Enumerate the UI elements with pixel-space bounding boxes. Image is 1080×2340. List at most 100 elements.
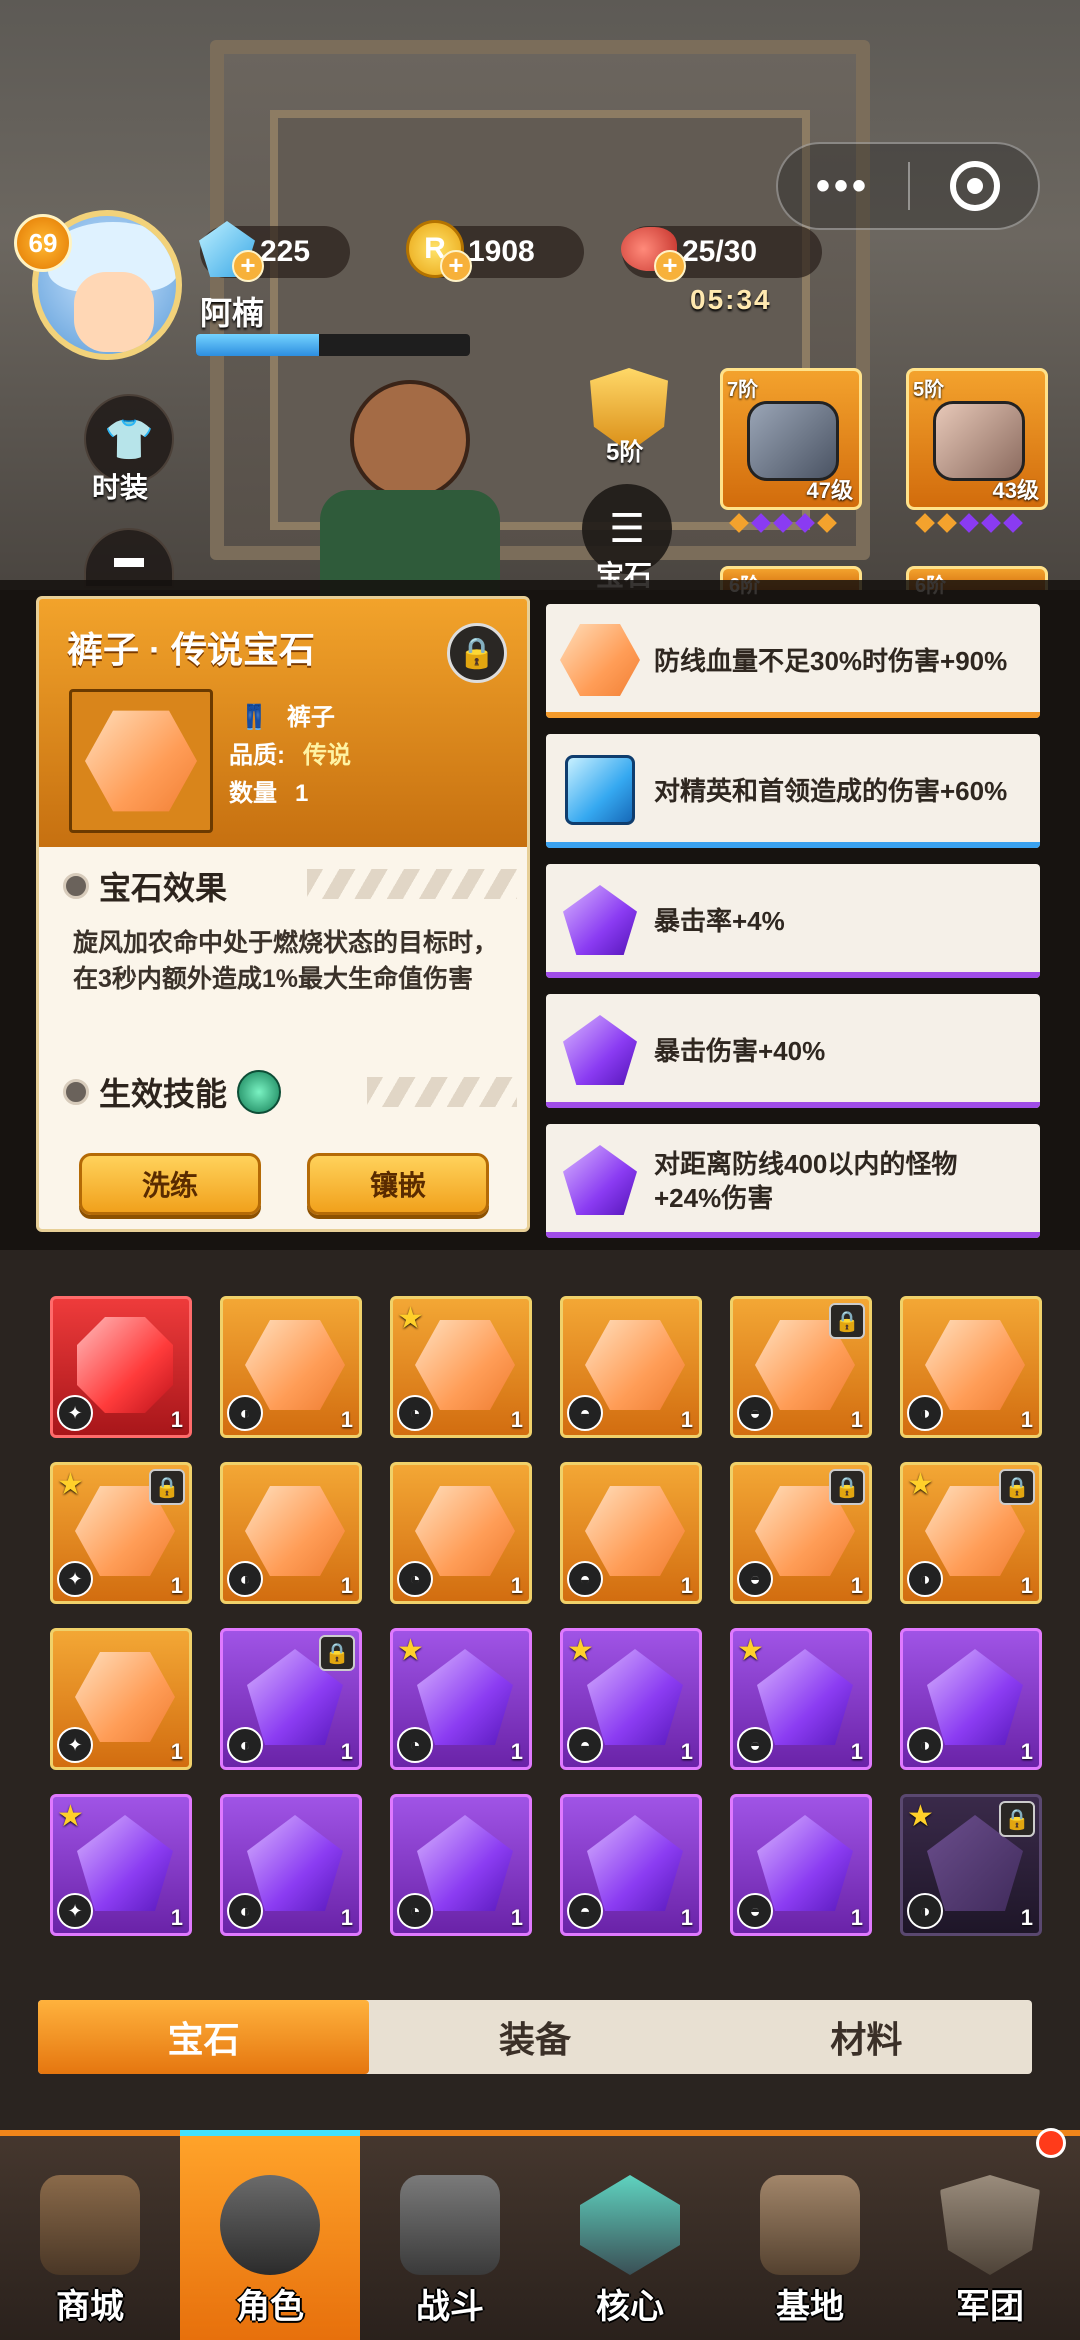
helmet-icon [747,401,839,481]
gun-icon: ▬ [114,541,144,574]
pants-icon: 👖 [239,704,269,731]
nav-core[interactable]: 核心 [540,2136,720,2340]
lock-icon: 🔒 [829,1469,865,1505]
nav-character[interactable]: 角色 [180,2130,360,2340]
gem-inventory-cell[interactable]: ◒ ★ 1 [730,1628,872,1770]
stat-card: 对精英和首领造成的伤害+60% [546,734,1040,848]
equipment-slot-icon: ◔ [397,1395,433,1431]
gem-inventory-cell[interactable]: ◔ ★ 1 [390,1296,532,1438]
gem-count: 1 [510,1739,523,1764]
lock-icon: 🔒 [999,1469,1035,1505]
gem-count: 1 [850,1407,863,1432]
base-tower-icon [760,2175,860,2275]
orange-gem-icon [585,1486,685,1576]
gem-inventory-cell[interactable]: ◔ 1 [390,1462,532,1604]
equipment-slot-icon: ◒ [737,1727,773,1763]
equipment-level: 47级 [806,478,853,503]
inlay-button[interactable]: 镶嵌 [307,1153,489,1215]
shop-icon [40,2175,140,2275]
gem-inventory-cell[interactable]: ◐ 1 [220,1794,362,1936]
lock-icon: 🔒 [999,1801,1035,1837]
hero-character [280,360,540,610]
stat-card: 暴击伤害+40% [546,994,1040,1108]
stamina-counter[interactable]: + 25/30 [621,226,822,282]
gloves-icon [933,401,1025,481]
gem-inventory-cell[interactable]: ◑ 1 [900,1296,1042,1438]
decorative-stripe [367,1077,517,1107]
gem-count: 1 [680,1739,693,1764]
gem-inventory-cell[interactable]: ◓ 1 [560,1462,702,1604]
gem-info: 👖 裤子 品质: 传说 数量 1 [229,699,351,813]
equipment-slot-icon: ◓ [567,1561,603,1597]
gem-inventory-cell[interactable]: ◑ ★ 🔒 1 [900,1462,1042,1604]
orange-hex-gem-icon [556,616,644,704]
quantity-value: 1 [295,780,309,807]
purple-gem-icon [757,1649,853,1745]
xp-fill [196,334,320,356]
equipment-slot-icon: ◑ [907,1395,943,1431]
gem-inventory-cell[interactable]: ✦ ★ 🔒 1 [50,1462,192,1604]
equipment-slot-icon: ◒ [737,1395,773,1431]
nav-base[interactable]: 基地 [720,2136,900,2340]
equipment-slot-icon: ◓ [567,1727,603,1763]
tab-gems[interactable]: 宝石 [38,2000,370,2074]
add-coin-icon[interactable]: + [440,250,472,282]
stat-text: 暴击率+4% [654,906,785,936]
stat-text: 对距离防线400以内的怪物+24%伤害 [654,1149,958,1213]
add-diamond-icon[interactable]: + [232,250,264,282]
equipment-gloves[interactable]: 5阶 43级 [906,368,1048,510]
gem-inventory-cell[interactable]: ◔ 1 [390,1794,532,1936]
orange-gem-icon [925,1320,1025,1410]
player-name: 阿楠 [200,295,265,331]
gem-inventory-cell[interactable]: ✦ 1 [50,1296,192,1438]
equipment-helmet[interactable]: 7阶 47级 [720,368,862,510]
gem-inventory-cell[interactable]: ◒ 🔒 1 [730,1296,872,1438]
gem-inventory-cell[interactable]: ◓ ★ 1 [560,1628,702,1770]
tab-materials[interactable]: 材料 [701,2000,1032,2074]
equipment-slot-icon: ✦ [57,1395,93,1431]
nav-label: 角色 [236,2288,304,2326]
star-icon: ★ [57,1800,84,1833]
gem-inventory-cell[interactable]: ◒ 1 [730,1794,872,1936]
gem-inventory-cell[interactable]: ◔ ★ 1 [390,1628,532,1770]
cyclone-skill-icon[interactable] [237,1070,282,1114]
star-icon: ★ [907,1468,934,1501]
refine-button[interactable]: 洗练 [79,1153,261,1215]
add-stamina-icon[interactable]: + [654,250,686,282]
gem-inventory-cell[interactable]: ◐ 1 [220,1296,362,1438]
gem-count: 1 [680,1905,693,1930]
nav-shop[interactable]: 商城 [0,2136,180,2340]
nav-battle[interactable]: 战斗 [360,2136,540,2340]
close-target-icon[interactable] [950,161,1000,211]
gem-inventory-cell[interactable]: ◐ 1 [220,1462,362,1604]
gem-inventory-cell[interactable]: ◐ 🔒 1 [220,1628,362,1770]
gem-inventory-cell[interactable]: ◒ 🔒 1 [730,1462,872,1604]
stamina-value: 25/30 [682,235,758,268]
diamond-counter[interactable]: + 225 [199,221,350,282]
stat-card: 防线血量不足30%时伤害+90% [546,604,1040,718]
legion-shield-icon [940,2175,1040,2275]
equipment-slot-icon: ◒ [737,1893,773,1929]
gem-inventory-cell[interactable]: ✦ ★ 1 [50,1794,192,1936]
stamina-timer: 05:34 [690,284,772,315]
gem-inventory-cell[interactable]: ◓ 1 [560,1296,702,1438]
gem-inventory-cell[interactable]: ◑ ★ 🔒 1 [900,1794,1042,1936]
gem-inventory-cell[interactable]: ◑ 1 [900,1628,1042,1770]
tab-equipment[interactable]: 装备 [369,2000,700,2074]
gem-count: 1 [1020,1905,1033,1930]
coin-counter[interactable]: R + 1908 [406,220,584,282]
blue-gem-icon [556,746,644,834]
capsule-divider [908,162,910,210]
stat-card: 暴击率+4% [546,864,1040,978]
equipment-slot-icon: ◑ [907,1561,943,1597]
gem-inventory-cell[interactable]: ◓ 1 [560,1794,702,1936]
gem-count: 1 [1020,1407,1033,1432]
nav-label: 商城 [56,2288,124,2326]
more-menu-icon[interactable]: ••• [778,164,908,209]
nav-legion[interactable]: 军团 [900,2128,1080,2340]
nav-label: 军团 [956,2288,1024,2326]
character-icon [220,2175,320,2275]
lock-icon[interactable]: 🔒 [447,623,507,683]
gem-inventory-cell[interactable]: ✦ 1 [50,1628,192,1770]
gem-preview [69,689,213,833]
